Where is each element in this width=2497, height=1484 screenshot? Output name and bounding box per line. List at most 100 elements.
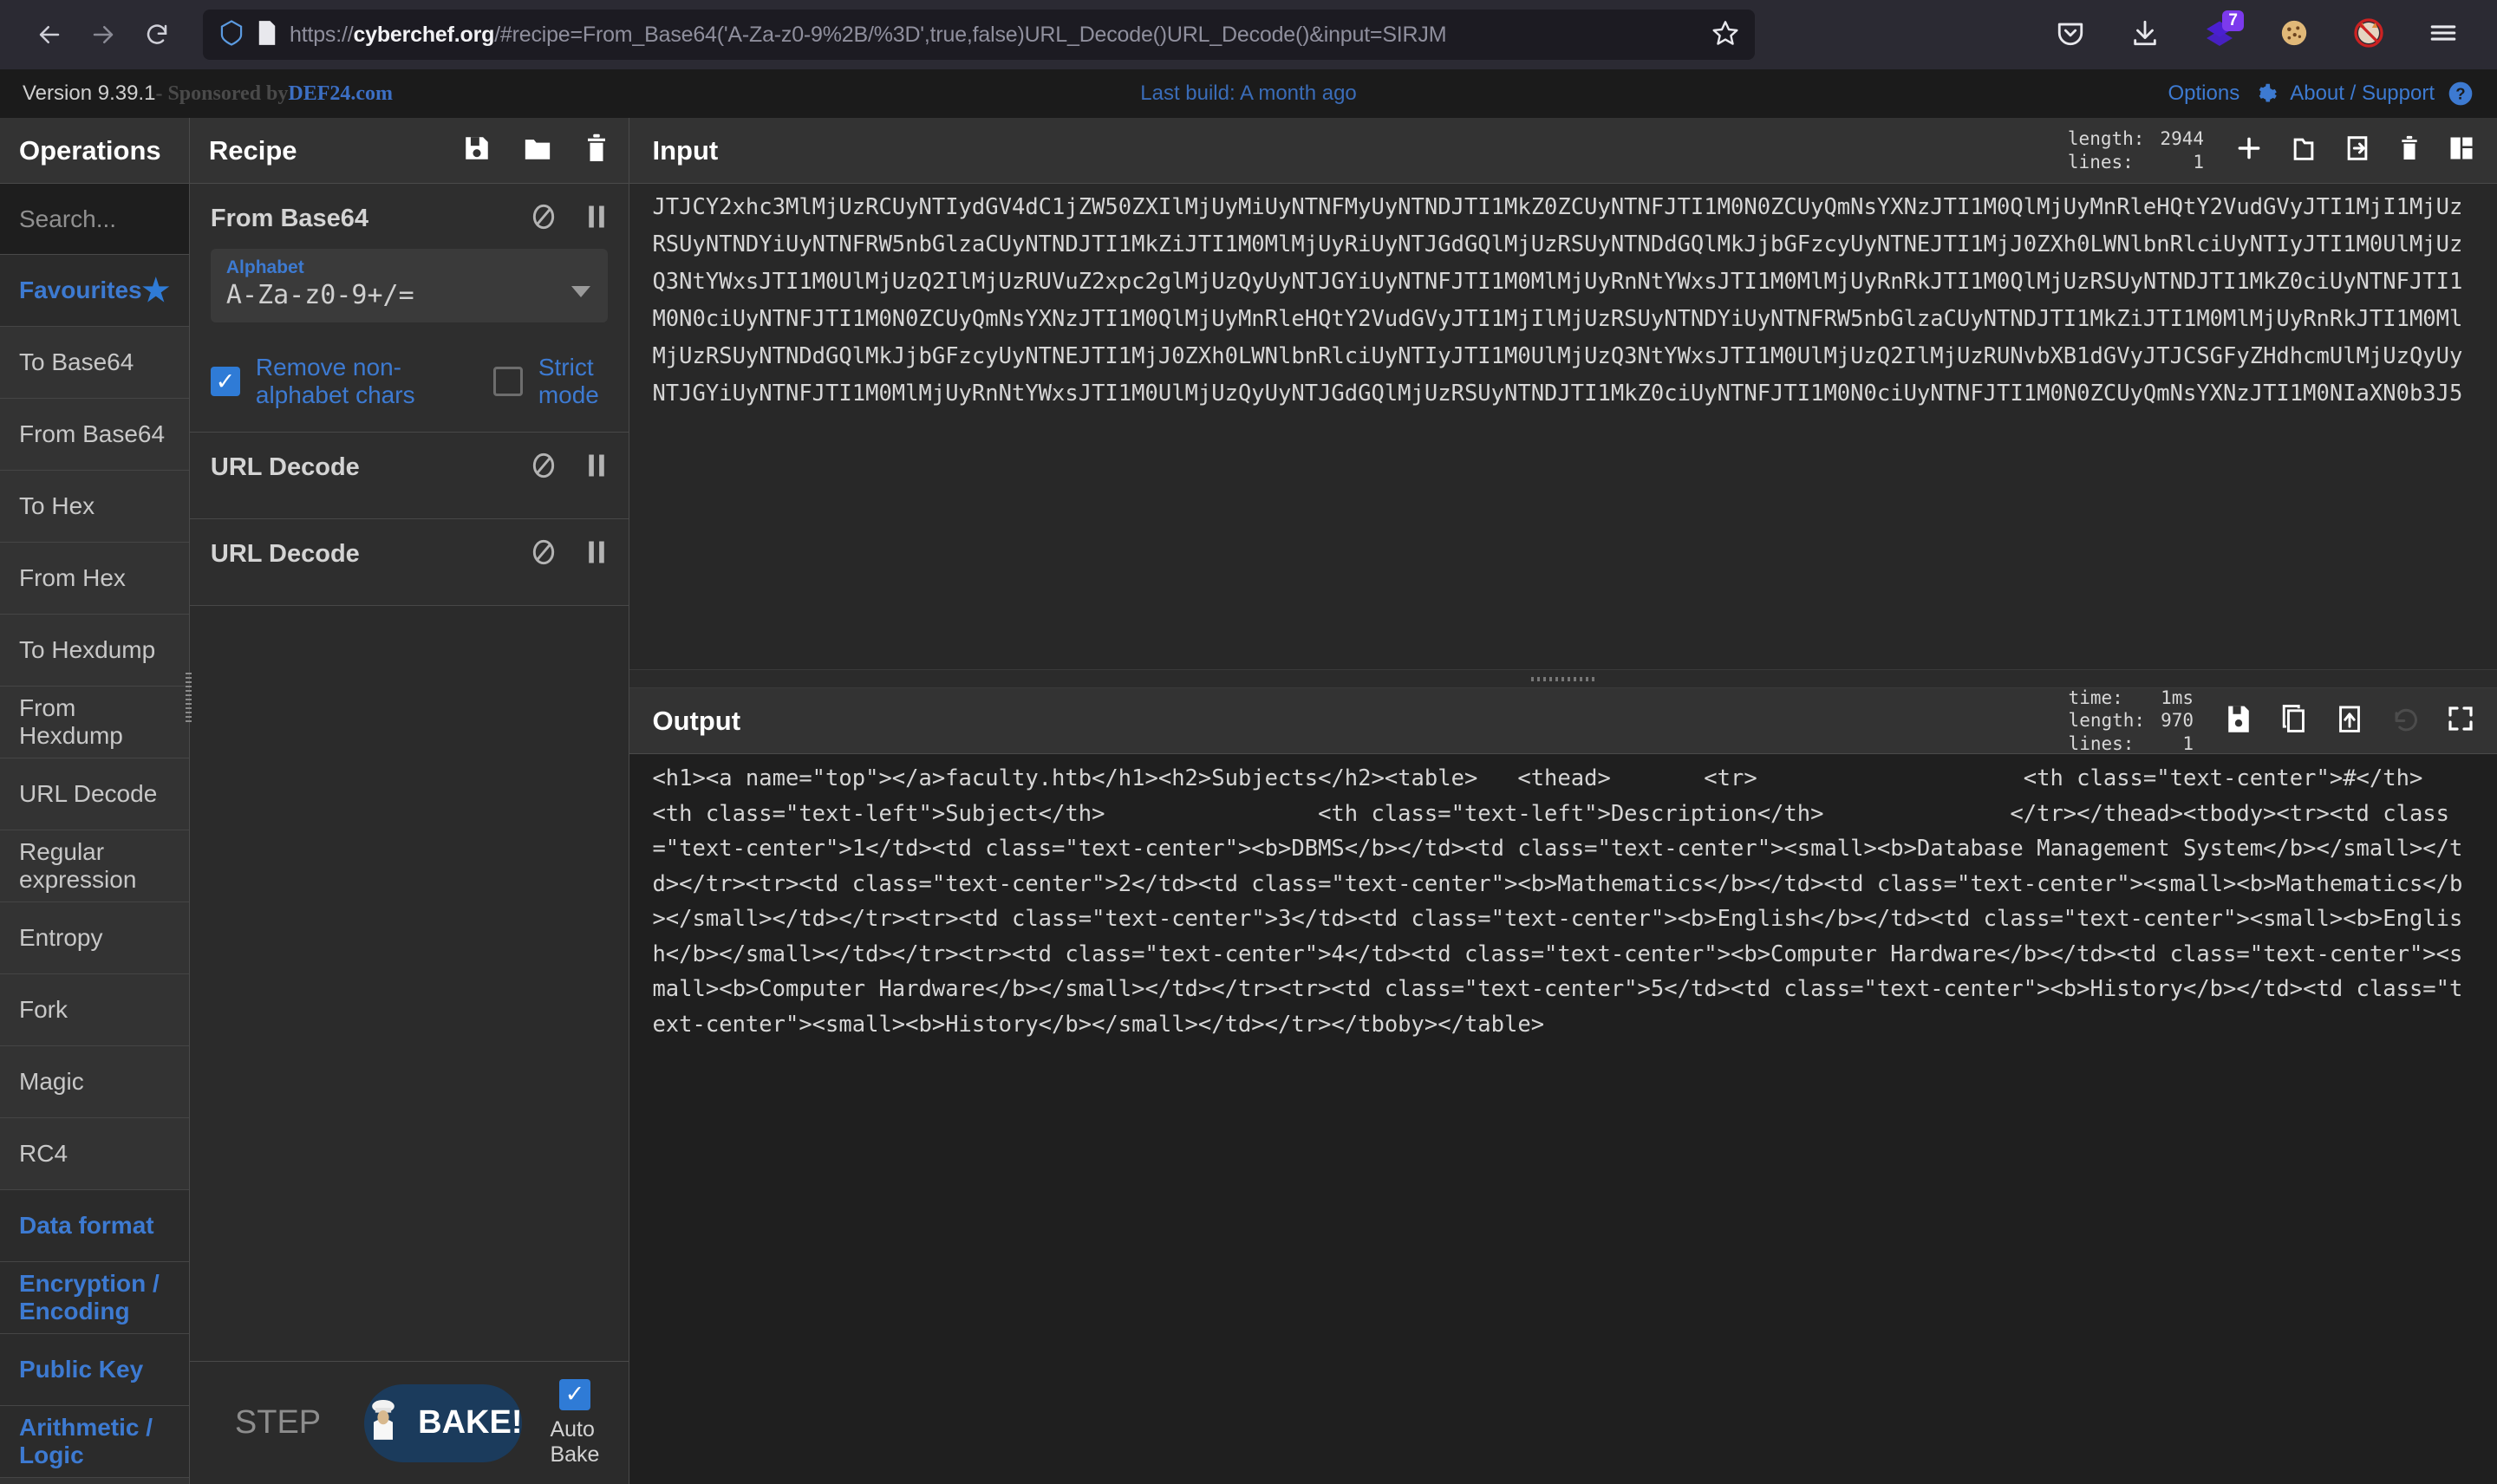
sidebar-item-arithmetic-logic[interactable]: Arithmetic / Logic [0, 1406, 189, 1478]
sidebar-item-to-hex[interactable]: To Hex [0, 471, 189, 543]
last-build-label[interactable]: Last build: A month ago [1140, 81, 1357, 106]
downloads-button[interactable] [2122, 12, 2168, 57]
address-bar[interactable]: https://cyberchef.org/#recipe=From_Base6… [203, 10, 1755, 60]
open-folder-as-input-icon[interactable] [2344, 134, 2370, 166]
step-button[interactable]: STEP [219, 1404, 336, 1442]
operation-label: Entropy [19, 924, 103, 951]
copy-output-icon[interactable] [2280, 704, 2308, 738]
reload-icon [144, 22, 170, 48]
pause-breakpoint-icon[interactable] [585, 204, 608, 234]
strict-mode-checkbox[interactable] [492, 367, 523, 396]
sidebar-item-encryption-encoding[interactable]: Encryption / Encoding [0, 1262, 189, 1334]
banner-right-actions: Options About / Support ? [2168, 80, 2475, 107]
app-menu-button[interactable] [2421, 12, 2466, 57]
output-stats: time: 1ms length: 970 lines: 1 [2069, 687, 2194, 755]
add-tab-icon[interactable] [2235, 134, 2263, 166]
stat-key: lines: [2067, 151, 2134, 172]
gear-icon[interactable] [2252, 81, 2278, 107]
pocket-icon [2056, 18, 2085, 52]
recipe-operation-controls [530, 203, 608, 235]
io-splitter[interactable] [629, 669, 2497, 688]
shield-icon[interactable] [218, 19, 244, 51]
input-textarea[interactable]: JTJCY2xhc3MlMjUzRCUyNTIydGV4dC1jZW50ZXIl… [629, 184, 2497, 669]
pause-breakpoint-icon[interactable] [585, 452, 608, 483]
output-header: Output time: 1ms length: 970 lines: 1 [629, 687, 2497, 755]
sidebar-item-to-hexdump[interactable]: To Hexdump [0, 615, 189, 687]
sidebar-item-from-base64[interactable]: From Base64 [0, 399, 189, 471]
star-filled-icon[interactable]: ★ [142, 272, 170, 309]
replace-input-icon[interactable] [2336, 704, 2363, 738]
save-icon[interactable] [462, 133, 492, 167]
sidebar-item-regular-expression[interactable]: Regular expression [0, 830, 189, 902]
reload-button[interactable] [130, 8, 184, 62]
fox-blocked-extension-button[interactable] [2346, 12, 2391, 57]
sidebar-item-public-key[interactable]: Public Key [0, 1334, 189, 1406]
operation-label: To Hex [19, 492, 95, 519]
about-support-button[interactable]: About / Support [2290, 81, 2435, 106]
chevron-down-icon[interactable] [571, 285, 591, 297]
operation-label: From Base64 [19, 420, 166, 447]
auto-bake-checkbox[interactable]: ✓ [558, 1378, 590, 1410]
operations-resize-handle[interactable] [185, 673, 192, 725]
recipe-operation[interactable]: From Base64 Alphabet A-Za-z0-9+/= ✓ Remove n… [189, 184, 629, 433]
sidebar-item-entropy[interactable]: Entropy [0, 902, 189, 974]
recipe-title: Recipe [208, 134, 297, 166]
sidebar-item-fork[interactable]: Fork [0, 974, 189, 1046]
remove-non-alphabet-checkbox[interactable]: ✓ [210, 367, 240, 396]
sidebar-item-magic[interactable]: Magic [0, 1046, 189, 1118]
download-icon [2130, 18, 2160, 52]
back-button[interactable] [23, 8, 76, 62]
bookmark-star-icon[interactable] [1711, 19, 1739, 51]
stat-key: time: [2068, 687, 2123, 709]
output-textarea[interactable]: <h1><a name="top"></a>faculty.htb</h1><h… [629, 754, 2497, 1484]
url-path: /#recipe=From_Base64('A-Za-z0-9%2B/%3D',… [494, 22, 1447, 47]
search-input[interactable] [0, 184, 189, 255]
forward-button[interactable] [76, 8, 130, 62]
layers-extension-button[interactable]: 7 [2197, 10, 2244, 57]
folder-open-icon[interactable] [523, 133, 552, 167]
stat-key: length: [2068, 710, 2146, 732]
trash-icon[interactable] [584, 133, 610, 167]
reset-layout-icon[interactable] [2448, 135, 2474, 166]
sidebar-item-from-hex[interactable]: From Hex [0, 543, 189, 615]
recipe-operation-name: URL Decode [210, 540, 360, 568]
operation-label: From Hex [19, 564, 126, 591]
options-button[interactable]: Options [2168, 81, 2240, 106]
open-folder-icon[interactable] [2291, 134, 2317, 166]
hamburger-menu-icon [2429, 18, 2458, 52]
disable-circle-slash-icon[interactable] [530, 452, 557, 484]
clear-io-icon[interactable] [2398, 134, 2421, 166]
stat-value: 1ms [2161, 687, 2194, 709]
cookie-extension-button[interactable] [2272, 12, 2317, 57]
question-circle-icon[interactable]: ? [2447, 80, 2474, 107]
alphabet-dropdown[interactable]: Alphabet A-Za-z0-9+/= [210, 249, 609, 322]
favourites-label: Favourites [19, 277, 142, 303]
sidebar-item-url-decode[interactable]: URL Decode [0, 758, 189, 830]
sidebar-item-rc4[interactable]: RC4 [0, 1118, 189, 1190]
save-output-icon[interactable] [2225, 704, 2253, 738]
operation-label: Magic [19, 1068, 84, 1095]
input-title: Input [652, 134, 719, 166]
bake-button[interactable]: BAKE! [364, 1383, 523, 1462]
sidebar-item-favourites[interactable]: Favourites ★ [0, 255, 189, 327]
sponsor-link[interactable]: DEF24.com [288, 82, 393, 106]
disable-circle-slash-icon[interactable] [530, 538, 557, 570]
url-text[interactable]: https://cyberchef.org/#recipe=From_Base6… [290, 23, 1699, 48]
sidebar-item-from-hexdump[interactable]: From Hexdump [0, 687, 189, 758]
disable-circle-slash-icon[interactable] [530, 203, 557, 235]
maximise-icon[interactable] [2447, 705, 2474, 737]
operation-label: To Hexdump [19, 636, 156, 663]
recipe-operation[interactable]: URL Decode [189, 519, 629, 606]
recipe-operation-name: URL Decode [210, 453, 360, 481]
sidebar-item-to-base64[interactable]: To Base64 [0, 327, 189, 399]
stat-key: length: [2067, 128, 2145, 150]
pause-breakpoint-icon[interactable] [585, 539, 608, 570]
recipe-operation[interactable]: URL Decode [189, 433, 629, 519]
browser-toolbar: https://cyberchef.org/#recipe=From_Base6… [0, 0, 2497, 69]
sidebar-item-data-format[interactable]: Data format [0, 1190, 189, 1262]
alphabet-value: A-Za-z0-9+/= [225, 280, 414, 310]
auto-bake-toggle[interactable]: ✓ Auto Bake [550, 1378, 599, 1468]
cyberchef-banner: Version 9.39.1 - Sponsored by DEF24.com … [0, 69, 2497, 118]
undo-icon[interactable] [2391, 706, 2419, 736]
pocket-button[interactable] [2048, 12, 2093, 57]
